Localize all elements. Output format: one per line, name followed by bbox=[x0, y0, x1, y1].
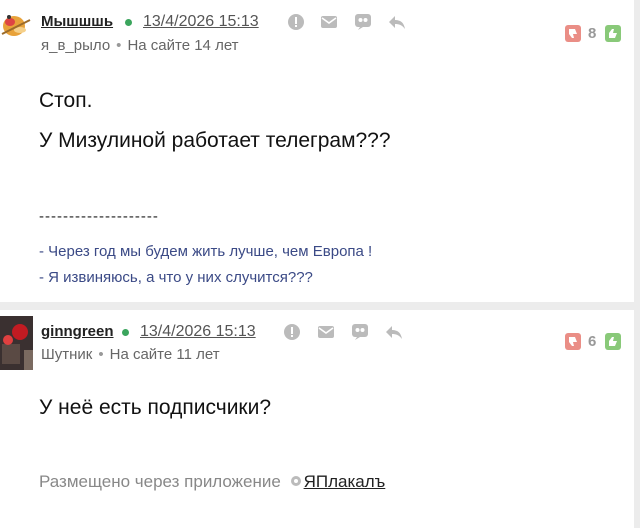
author-meta: я_в_рыло • На сайте 14 лет bbox=[41, 37, 239, 54]
author-link[interactable]: Мышшшь bbox=[41, 13, 113, 30]
meta-separator: • bbox=[116, 37, 122, 54]
reply-icon[interactable] bbox=[385, 323, 403, 341]
signature-quote: - Я извиняюсь, а что у них случится??? bbox=[39, 269, 313, 286]
post-text-line: Стоп. bbox=[39, 89, 93, 112]
comment-post: ginngreen 13/4/2026 15:13 Шутник • На сайт… bbox=[0, 310, 634, 516]
signature-quote: - Через год мы будем жить лучше, чем Евр… bbox=[39, 243, 373, 260]
post-date-link[interactable]: 13/4/2026 15:13 bbox=[140, 323, 256, 341]
avatar[interactable] bbox=[0, 4, 33, 58]
posted-via-line: Размещено через приложение ЯПлакалъ bbox=[39, 472, 385, 492]
author-rank: я_в_рыло bbox=[41, 37, 111, 54]
author-tenure: На сайте 11 лет bbox=[109, 346, 220, 363]
avatar[interactable] bbox=[0, 316, 33, 370]
author-link[interactable]: ginngreen bbox=[41, 323, 114, 340]
author-tenure: На сайте 14 лет bbox=[127, 37, 239, 54]
reply-icon[interactable] bbox=[388, 13, 406, 31]
author-meta: Шутник • На сайте 11 лет bbox=[41, 346, 220, 363]
author-rank: Шутник bbox=[41, 346, 93, 363]
app-logo-icon bbox=[290, 472, 302, 486]
thumbs-up-icon[interactable] bbox=[605, 25, 621, 42]
quote-icon[interactable] bbox=[351, 323, 369, 341]
post-text-line: У Мизулиной работает телеграм??? bbox=[39, 129, 391, 152]
online-status-dot bbox=[125, 19, 132, 26]
thumbs-up-icon[interactable] bbox=[605, 333, 621, 350]
signature-divider: -------------------- bbox=[39, 208, 159, 225]
thumbs-down-icon[interactable] bbox=[565, 25, 581, 42]
post-text-line: У неё есть подписчики? bbox=[39, 396, 272, 419]
rating-score: 6 bbox=[588, 333, 597, 350]
meta-separator: • bbox=[98, 346, 104, 363]
posted-via-text: Размещено через приложение bbox=[39, 472, 281, 491]
alert-icon[interactable] bbox=[283, 323, 301, 341]
post-date-link[interactable]: 13/4/2026 15:13 bbox=[143, 13, 259, 31]
quote-icon[interactable] bbox=[354, 13, 372, 31]
thumbs-down-icon[interactable] bbox=[565, 333, 581, 350]
comment-post: Мышшшь 13/4/2026 15:13 я_в_рыло • На сайте… bbox=[0, 0, 634, 302]
app-link[interactable]: ЯПлакалъ bbox=[304, 472, 386, 491]
mail-icon[interactable] bbox=[320, 13, 338, 31]
mail-icon[interactable] bbox=[317, 323, 335, 341]
rating-score: 8 bbox=[588, 25, 597, 42]
next-post-edge bbox=[0, 516, 634, 528]
alert-icon[interactable] bbox=[287, 13, 305, 31]
online-status-dot bbox=[122, 329, 129, 336]
